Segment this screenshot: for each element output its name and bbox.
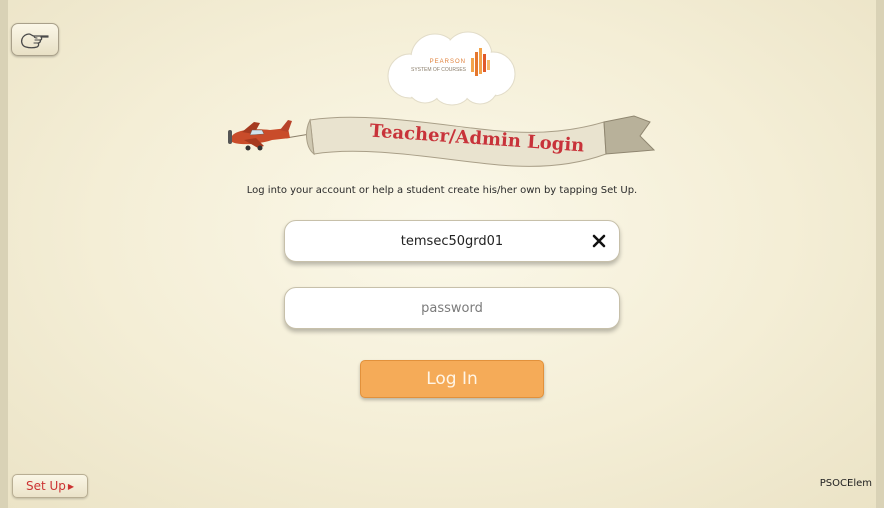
close-icon — [592, 234, 606, 248]
login-button[interactable]: Log In — [360, 360, 544, 398]
pointing-hand-icon — [20, 32, 49, 48]
password-field-container[interactable] — [284, 287, 620, 329]
pearson-wordmark: PEARSON SYSTEM OF COURSES — [402, 58, 466, 74]
left-frame-edge — [0, 0, 8, 508]
back-button[interactable] — [11, 23, 59, 56]
clear-username-button[interactable] — [589, 231, 609, 251]
password-input[interactable] — [285, 288, 619, 328]
brand-line-1: PEARSON — [429, 59, 466, 65]
username-input[interactable] — [285, 221, 619, 261]
setup-button[interactable]: Set Up ▶ — [12, 474, 88, 498]
brand-line-2: SYSTEM OF COURSES — [410, 67, 466, 73]
airplane-icon — [228, 120, 292, 151]
triangle-right-icon: ▶ — [67, 482, 75, 491]
setup-label: Set Up — [25, 479, 66, 493]
right-frame-edge — [876, 0, 884, 508]
username-field-container[interactable] — [284, 220, 620, 262]
instruction-text: Log into your account or help a student … — [246, 185, 638, 196]
app-name: PSOCElem — [819, 478, 872, 489]
